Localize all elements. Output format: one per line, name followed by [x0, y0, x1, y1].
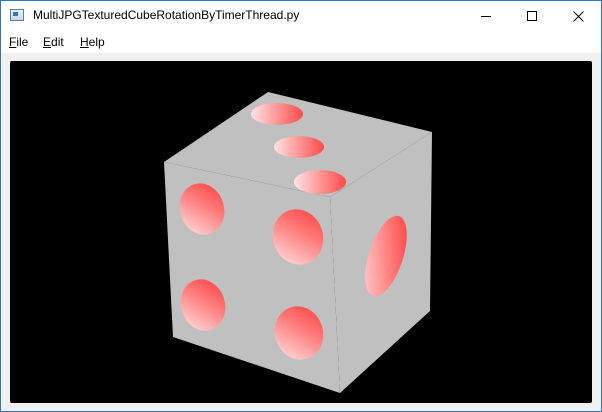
opengl-viewport[interactable]: [10, 61, 592, 403]
menu-edit-accelerator: E: [43, 35, 52, 49]
cube-pip: [251, 103, 303, 125]
close-icon: [572, 10, 584, 22]
menu-help-label: elp: [88, 35, 105, 49]
menu-edit[interactable]: Edit: [43, 35, 64, 49]
app-window: MultiJPGTexturedCubeRotationByTimerThrea…: [0, 0, 602, 412]
close-button[interactable]: [555, 1, 601, 31]
minimize-icon: [481, 16, 491, 17]
menu-help[interactable]: Help: [80, 35, 105, 49]
minimize-button[interactable]: [463, 1, 509, 31]
cube-pip: [274, 136, 324, 158]
menu-help-accelerator: H: [80, 35, 89, 49]
menu-bar: File Edit Help: [1, 31, 601, 53]
maximize-button[interactable]: [509, 1, 555, 31]
menu-edit-label: dit: [51, 35, 64, 49]
textured-cube-scene: [164, 92, 432, 393]
cube-pip: [294, 170, 346, 194]
title-bar[interactable]: MultiJPGTexturedCubeRotationByTimerThrea…: [1, 1, 601, 31]
menu-file[interactable]: File: [9, 35, 28, 49]
menu-file-label: ile: [16, 35, 29, 49]
window-title: MultiJPGTexturedCubeRotationByTimerThrea…: [33, 8, 300, 22]
maximize-icon: [527, 11, 537, 21]
app-window-icon: [10, 9, 24, 21]
